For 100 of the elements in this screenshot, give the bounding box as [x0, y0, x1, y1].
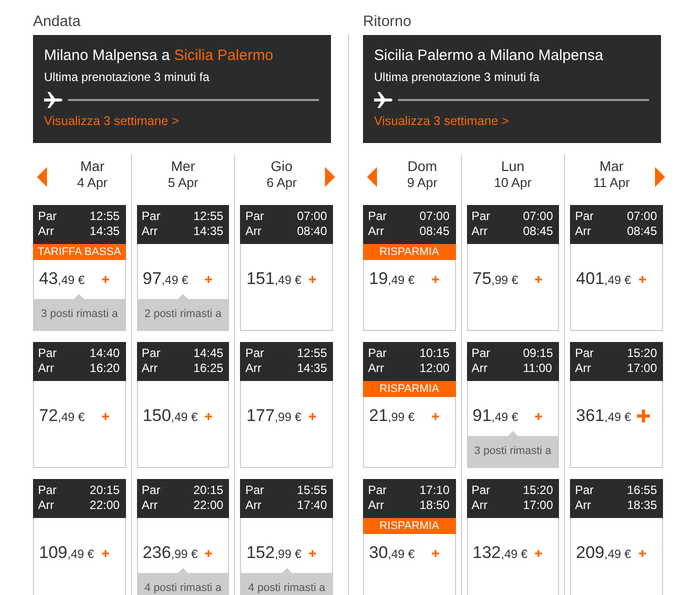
fare-price: 150,49 € — [142, 406, 198, 426]
add-icon[interactable] — [102, 412, 109, 420]
arrive-label: Arr — [575, 224, 592, 239]
flight-card[interactable]: Par 15:20 Arr 17:00 361,49 € — [570, 342, 663, 468]
depart-time: 16:55 — [626, 483, 657, 498]
fare-price: 75,99 € — [472, 269, 518, 289]
day-name: Dom — [407, 158, 438, 175]
flight-card[interactable]: Par 15:20 Arr 17:00 132,49 € — [466, 479, 559, 595]
arrive-time: 08:45 — [522, 224, 553, 239]
arrive-time: 08:40 — [296, 224, 328, 239]
depart-label: Par — [472, 483, 492, 498]
view-weeks-link[interactable]: Visualizza 3 settimane > — [44, 114, 179, 128]
depart-time: 14:45 — [193, 346, 224, 361]
next-arrow-icon[interactable] — [655, 167, 665, 187]
flight-card[interactable]: Par 10:15 Arr 12:00 RISPARMIA 21,99 € — [363, 342, 456, 468]
arrive-label: Arr — [472, 224, 488, 239]
add-icon[interactable] — [535, 412, 542, 420]
flight-card[interactable]: Par 07:00 Arr 08:45 401,49 € — [570, 205, 663, 331]
add-icon[interactable] — [432, 276, 438, 282]
flight-card[interactable]: Par 17:10 Arr 18:50 RISPARMIA 30,49 € — [363, 479, 456, 595]
add-icon[interactable] — [639, 550, 646, 556]
day-date: 4 Apr — [77, 175, 108, 191]
flight-card[interactable]: Par 14:40 Arr 16:20 72,49 € — [33, 342, 126, 468]
depart-time: 12:55 — [90, 209, 120, 224]
add-icon[interactable] — [102, 276, 109, 282]
depart-label: Par — [575, 346, 595, 361]
view-weeks-link[interactable]: Visualizza 3 settimane > — [374, 114, 509, 128]
arrive-label: Arr — [472, 498, 488, 513]
depart-time: 17:10 — [419, 483, 450, 498]
route-title: Milano Malpensa a Sicilia Palermo — [44, 47, 274, 65]
arrive-time: 22:00 — [193, 498, 224, 513]
add-icon[interactable] — [309, 412, 316, 420]
last-booking-text: Ultima prenotazione 3 minuti fa — [44, 70, 210, 84]
day-name: Mar — [599, 158, 624, 175]
flight-card[interactable]: Par 12:55 Arr 14:35 177,99 € — [240, 342, 334, 468]
add-icon[interactable] — [432, 550, 438, 556]
arrive-time: 17:40 — [296, 498, 328, 513]
add-icon[interactable] — [205, 412, 212, 420]
day-date: 11 Apr — [593, 175, 630, 191]
add-icon[interactable] — [432, 412, 438, 420]
depart-label: Par — [575, 483, 595, 498]
fare-price: 21,99 € — [369, 406, 415, 426]
add-icon[interactable] — [309, 276, 316, 282]
add-icon[interactable] — [535, 276, 542, 282]
arrive-time: 16:20 — [90, 361, 120, 376]
add-icon[interactable] — [205, 276, 212, 282]
arrive-time: 17:00 — [626, 361, 657, 376]
add-icon[interactable] — [639, 276, 646, 282]
depart-label: Par — [142, 346, 162, 361]
next-arrow-icon[interactable] — [325, 167, 336, 187]
day-date: 6 Apr — [266, 175, 297, 191]
depart-time: 07:00 — [626, 209, 657, 224]
plane-icon — [44, 92, 64, 108]
fare-price: 209,49 € — [576, 543, 632, 563]
arrive-label: Arr — [38, 498, 55, 513]
fare-price: 152,99 € — [246, 543, 302, 563]
flight-card[interactable]: Par 07:00 Arr 08:45 RISPARMIA 19,49 € — [363, 205, 456, 331]
add-icon[interactable] — [637, 409, 650, 423]
depart-label: Par — [38, 346, 58, 361]
flight-card[interactable]: Par 15:55 Arr 17:40 152,99 € 4 posti rimasti a — [240, 479, 334, 595]
previous-arrow-icon[interactable] — [367, 167, 377, 187]
arrive-label: Arr — [472, 361, 488, 376]
flight-card[interactable]: Par 12:55 Arr 14:35 TARIFFA BASSA 43,49 € 3 posti rimasti a — [33, 205, 126, 331]
depart-time: 14:40 — [90, 346, 120, 361]
add-icon[interactable] — [205, 550, 212, 556]
fare-price: 19,49 € — [369, 269, 415, 289]
fare-price: 401,49 € — [576, 269, 632, 289]
arrive-label: Arr — [38, 361, 55, 376]
arrive-time: 11:00 — [522, 361, 553, 376]
add-icon[interactable] — [309, 550, 316, 556]
arrive-label: Arr — [245, 224, 262, 239]
add-icon[interactable] — [535, 550, 542, 556]
depart-time: 12:55 — [193, 209, 224, 224]
previous-arrow-icon[interactable] — [37, 167, 47, 187]
depart-label: Par — [245, 346, 266, 361]
depart-label: Par — [575, 209, 595, 224]
fare-price: 236,99 € — [142, 543, 198, 563]
seats-left-note: 4 posti rimasti a — [240, 568, 334, 595]
flight-card[interactable]: Par 20:15 Arr 22:00 109,49 € — [33, 479, 126, 595]
fare-price: 97,49 € — [142, 269, 188, 289]
fare-badge: TARIFFA BASSA — [33, 244, 126, 260]
fare-badge: RISPARMIA — [363, 381, 456, 397]
depart-time: 15:55 — [296, 483, 328, 498]
depart-label: Par — [368, 209, 388, 224]
flight-card[interactable]: Par 20:15 Arr 22:00 236,99 € 4 posti rimasti a — [136, 479, 230, 595]
fare-price: 132,49 € — [472, 543, 528, 563]
flight-card[interactable]: Par 14:45 Arr 16:25 150,49 € — [136, 342, 230, 468]
flight-card[interactable]: Par 07:00 Arr 08:45 75,99 € — [466, 205, 559, 331]
add-icon[interactable] — [102, 550, 109, 556]
seats-left-note: 3 posti rimasti a — [466, 431, 559, 468]
depart-time: 10:15 — [419, 346, 450, 361]
arrive-label: Arr — [368, 361, 385, 376]
flight-card[interactable]: Par 12:55 Arr 14:35 97,49 € 2 posti rimasti a — [136, 205, 230, 331]
depart-label: Par — [368, 346, 388, 361]
arrive-label: Arr — [368, 224, 385, 239]
flight-card[interactable]: Par 09:15 Arr 11:00 91,49 € 3 posti rimasti a — [466, 342, 559, 468]
flight-card[interactable]: Par 07:00 Arr 08:40 151,49 € — [240, 205, 334, 331]
depart-time: 20:15 — [193, 483, 224, 498]
section-heading: Andata — [33, 12, 82, 32]
flight-card[interactable]: Par 16:55 Arr 18:35 209,49 € — [570, 479, 663, 595]
